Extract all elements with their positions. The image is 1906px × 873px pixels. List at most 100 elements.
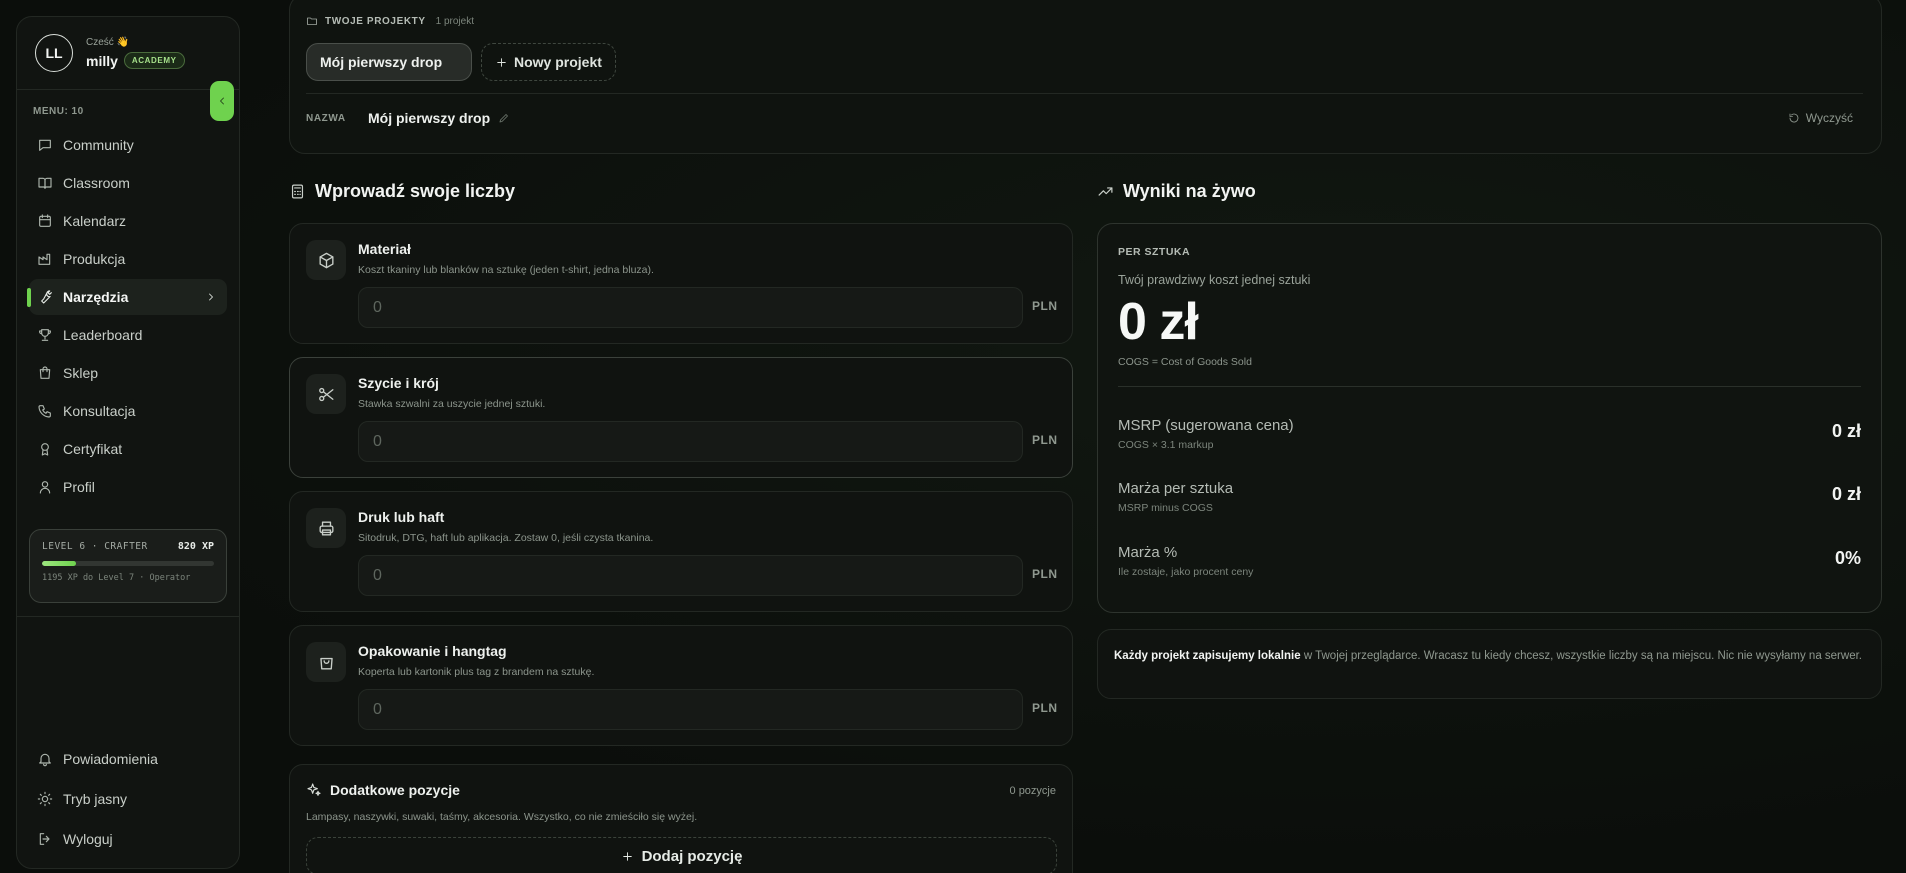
- sun-icon: [37, 791, 53, 807]
- cost-description: Koszt tkaniny lub blanków na sztukę (jed…: [358, 264, 654, 276]
- info-text: w Twojej przeglądarce. Wracasz tu kiedy …: [1300, 650, 1862, 662]
- result-row-margin-percent: Marża % Ile zostaje, jako procent ceny 0…: [1118, 544, 1861, 584]
- sidebar-item-powiadomienia[interactable]: Powiadomienia: [29, 740, 227, 778]
- project-chip[interactable]: Mój pierwszy drop: [306, 43, 472, 81]
- sidebar-item-wyloguj[interactable]: Wyloguj: [29, 820, 227, 858]
- result-value: 0%: [1834, 548, 1861, 568]
- sidebar-item-label: Sklep: [63, 365, 99, 381]
- sparkles-icon: [306, 782, 322, 798]
- user-icon: [37, 479, 53, 495]
- inputs-heading: Wprowadź swoje liczby: [289, 181, 515, 202]
- true-cost-label: Twój prawdziwy koszt jednej sztuki: [1118, 273, 1311, 287]
- main-nav: Community Classroom Kalendarz Produkcja …: [17, 127, 239, 505]
- chevron-right-icon: [209, 293, 213, 301]
- sidebar-item-konsultacja[interactable]: Konsultacja: [29, 393, 227, 429]
- sidebar-item-label: Tryb jasny: [63, 791, 128, 807]
- sidebar-item-label: Produkcja: [63, 251, 126, 267]
- level-name: LEVEL 6 · CRAFTER: [42, 541, 148, 552]
- new-project-label: Nowy projekt: [514, 54, 602, 70]
- award-icon: [37, 441, 53, 457]
- calculator-icon: [289, 183, 306, 200]
- sidebar: LL Cześć 👋 milly ACADEMY MENU: 10 Commun…: [16, 16, 240, 869]
- collapse-sidebar-button[interactable]: [210, 81, 234, 121]
- cost-description: Stawka szwalni za uszycie jednej sztuki.: [358, 398, 546, 410]
- folder-icon: [306, 15, 318, 27]
- sidebar-item-label: Narzędzia: [63, 289, 129, 305]
- wrench-icon: [37, 289, 53, 305]
- pencil-icon[interactable]: [498, 112, 510, 124]
- username: milly: [86, 52, 118, 69]
- per-unit-label: PER SZTUKA: [1118, 246, 1191, 258]
- add-item-button[interactable]: Dodaj pozycję: [306, 837, 1057, 873]
- result-row-margin: Marża per sztuka MSRP minus COGS 0 zł: [1118, 480, 1861, 520]
- packaging-cost-input[interactable]: [358, 689, 1023, 730]
- trending-up-icon: [1097, 183, 1114, 200]
- chevron-left-icon: [220, 97, 224, 105]
- inputs-heading-text: Wprowadź swoje liczby: [315, 181, 516, 201]
- sidebar-item-narzedzia[interactable]: Narzędzia: [27, 279, 227, 315]
- sidebar-item-produkcja[interactable]: Produkcja: [29, 241, 227, 277]
- sewing-cost-input[interactable]: [358, 421, 1023, 462]
- result-row-msrp: MSRP (sugerowana cena) COGS × 3.1 markup…: [1118, 417, 1861, 457]
- xp-progress-bar: [42, 561, 214, 566]
- sidebar-item-label: Classroom: [63, 175, 130, 191]
- box-icon: [306, 240, 346, 280]
- projects-label: TWOJE PROJEKTY: [325, 15, 426, 27]
- cost-card-print: Druk lub haft Sitodruk, DTG, haft lub ap…: [289, 491, 1073, 612]
- user-profile: LL Cześć 👋 milly ACADEMY: [17, 17, 239, 90]
- material-cost-input[interactable]: [358, 287, 1023, 328]
- clear-button[interactable]: Wyczyść: [1788, 111, 1853, 125]
- currency-label: PLN: [1032, 701, 1058, 715]
- result-label: Marża %: [1118, 544, 1178, 561]
- sidebar-item-kalendarz[interactable]: Kalendarz: [29, 203, 227, 239]
- sidebar-item-label: Wyloguj: [63, 831, 113, 847]
- currency-label: PLN: [1032, 433, 1058, 447]
- result-label: Marża per sztuka: [1118, 480, 1234, 497]
- result-value: 0 zł: [1831, 484, 1861, 504]
- scissors-icon: [306, 374, 346, 414]
- sidebar-divider: [17, 616, 239, 617]
- menu-title: MENU: 10: [33, 106, 84, 117]
- extra-title: Dodatkowe pozycje: [330, 782, 460, 798]
- level-card[interactable]: LEVEL 6 · CRAFTER 820 XP 1195 XP do Leve…: [29, 529, 227, 603]
- bottom-nav: Powiadomienia Tryb jasny Wyloguj: [29, 740, 227, 860]
- currency-label: PLN: [1032, 567, 1058, 581]
- cost-title: Druk lub haft: [358, 509, 445, 525]
- sidebar-item-community[interactable]: Community: [29, 127, 227, 163]
- cogs-note: COGS = Cost of Goods Sold: [1118, 356, 1252, 368]
- shopping-bag-icon: [37, 365, 53, 381]
- trophy-icon: [37, 327, 53, 343]
- sidebar-item-profil[interactable]: Profil: [29, 469, 227, 505]
- results-heading: Wyniki na żywo: [1097, 181, 1256, 202]
- result-sub: COGS × 3.1 markup: [1118, 439, 1214, 451]
- sidebar-item-label: Leaderboard: [63, 327, 143, 343]
- level-next: 1195 XP do Level 7 · Operator: [42, 573, 191, 583]
- extra-items-card: Dodatkowe pozycje 0 pozycje Lampasy, nas…: [289, 764, 1073, 873]
- chat-icon: [37, 137, 53, 153]
- sidebar-item-classroom[interactable]: Classroom: [29, 165, 227, 201]
- sidebar-item-label: Konsultacja: [63, 403, 136, 419]
- xp-progress-fill: [42, 561, 77, 566]
- sidebar-item-leaderboard[interactable]: Leaderboard: [29, 317, 227, 353]
- print-cost-input[interactable]: [358, 555, 1023, 596]
- result-value: 0 zł: [1831, 421, 1861, 441]
- level-xp: 820 XP: [177, 541, 214, 552]
- name-label: NAZWA: [306, 112, 346, 124]
- currency-label: PLN: [1032, 299, 1058, 313]
- clear-label: Wyczyść: [1805, 111, 1853, 125]
- result-sub: Ile zostaje, jako procent ceny: [1118, 566, 1254, 578]
- sidebar-item-certyfikat[interactable]: Certyfikat: [29, 431, 227, 467]
- academy-badge: ACADEMY: [123, 52, 185, 69]
- cost-title: Szycie i krój: [358, 375, 439, 391]
- new-project-button[interactable]: Nowy projekt: [481, 43, 616, 81]
- extra-count: 0 pozycje: [1009, 785, 1056, 797]
- project-name[interactable]: Mój pierwszy drop: [368, 110, 490, 126]
- results-heading-text: Wyniki na żywo: [1123, 181, 1256, 201]
- divider: [1118, 386, 1861, 387]
- sidebar-item-sklep[interactable]: Sklep: [29, 355, 227, 391]
- avatar[interactable]: LL: [35, 34, 73, 72]
- cost-title: Opakowanie i hangtag: [358, 643, 507, 659]
- sidebar-item-tryb-jasny[interactable]: Tryb jasny: [29, 780, 227, 818]
- results-card: PER SZTUKA Twój prawdziwy koszt jednej s…: [1097, 223, 1882, 613]
- sidebar-item-label: Community: [63, 137, 134, 153]
